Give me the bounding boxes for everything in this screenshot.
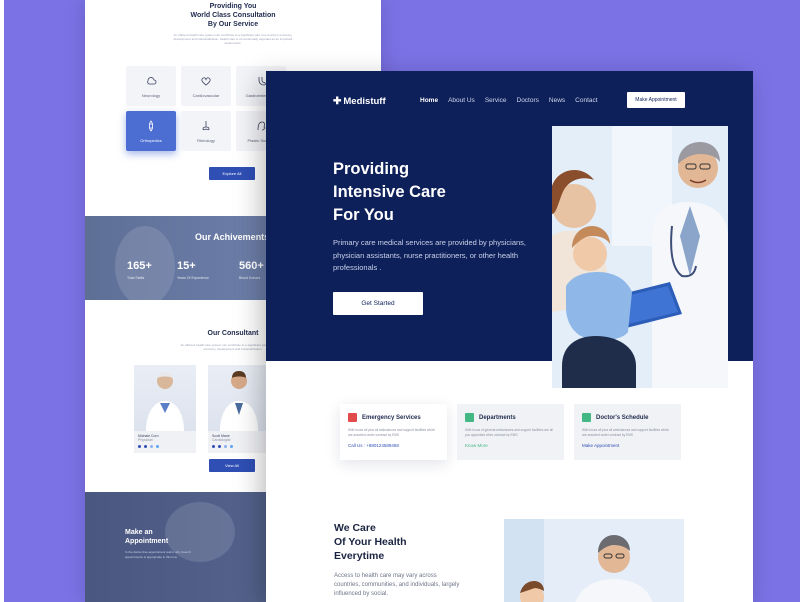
service-label: Cardiovascular [192,92,220,98]
brain-icon [147,76,157,84]
doctor-family-photo [552,126,728,388]
main-nav: Home About Us Service Doctors News Conta… [420,97,608,104]
consultant-card[interactable]: Scott Mane Cardiologist [208,365,270,453]
feature-card-schedule[interactable]: Doctor's Schedule With hours all plus al… [574,404,681,460]
feature-card-departments[interactable]: Departments With hours of general ambula… [457,404,564,460]
consultant-role: Physician [138,438,153,442]
doctor-photo [134,365,196,431]
service-section-desc: An efficient health care system can cont… [173,33,293,45]
calendar-icon [582,413,591,422]
feature-title: Doctor's Schedule [596,414,649,421]
appointment-title: Make an Appointment [125,529,169,545]
feature-card-emergency[interactable]: Emergency Services With hours all plus a… [340,404,447,460]
nav-doctors[interactable]: Doctors [517,97,539,104]
ambulance-icon [348,413,357,422]
consultant-card[interactable]: Michale Corn Physician [134,365,196,453]
hand-photo [165,502,235,562]
doctor-hand-photo [115,226,175,300]
achievements-title: Our Achivements [195,232,270,242]
achievement-item: 165+ Total Staffs [127,260,152,280]
hero-title: Providing Intensive Care For You [333,160,446,224]
nav-news[interactable]: News [549,97,565,104]
doctor-child-photo [504,519,684,602]
logo-text: Medistuff [343,96,386,107]
achievement-item: 560+ Blood Donors [239,260,264,280]
heart-icon [201,76,211,86]
feature-link[interactable]: Make Appointment [582,443,673,448]
nav-contact[interactable]: Contact [575,97,597,104]
logo[interactable]: ✚ Medistuff [333,96,386,107]
front-page-mockup: ✚ Medistuff Home About Us Service Doctor… [266,71,753,602]
service-label: Neurology [141,92,161,98]
feature-link[interactable]: Know More [465,443,556,448]
nav-about-us[interactable]: About Us [448,97,475,104]
appointment-desc: In the doctor-free appointment realm, wh… [125,550,191,559]
doctor-photo [208,365,270,431]
feature-desc: With hours all plus all ambulances and s… [348,428,436,437]
feature-desc: With hours all plus all ambulances and s… [582,428,670,437]
nav-service[interactable]: Service [485,97,507,104]
feature-link[interactable]: Call Us : +880124589458 [348,443,439,448]
service-section-title: Providing You World Class Consultation B… [190,3,276,28]
service-card-cardiovascular[interactable]: Cardiovascular [181,66,231,106]
building-icon [465,413,474,422]
medical-cross-icon: ✚ [333,96,342,107]
service-card-orthopedics[interactable]: Orthopedics [126,111,176,151]
feature-title: Emergency Services [362,414,421,421]
bone-icon [149,119,153,132]
service-card-neurology[interactable]: Neurology [126,66,176,106]
nose-icon [202,120,210,130]
get-started-button[interactable]: Get Started [333,292,423,315]
feature-desc: With hours of general ambulances and sup… [465,428,553,437]
service-card-rhinology[interactable]: Rhinology [181,111,231,151]
feature-title: Departments [479,414,516,421]
service-label: Orthopedics [140,137,162,143]
consultant-role: Cardiologist [212,438,231,442]
care-description: Access to health care may vary across co… [334,573,460,597]
service-label: Rhinology [197,137,215,143]
care-title: We Care Of Your Health Everytime [334,522,407,562]
make-appointment-button[interactable]: Make Appointment [627,92,685,108]
service-grid: Neurology Cardiovascular Gastroenterolog… [126,66,286,151]
nav-home[interactable]: Home [420,97,438,104]
hero-description: Primary care medical services are provid… [333,238,526,272]
view-all-button[interactable]: View All [209,459,255,472]
achievement-item: 15+ Years Of Experience [177,260,209,280]
explore-all-button[interactable]: Explore All [209,167,255,180]
